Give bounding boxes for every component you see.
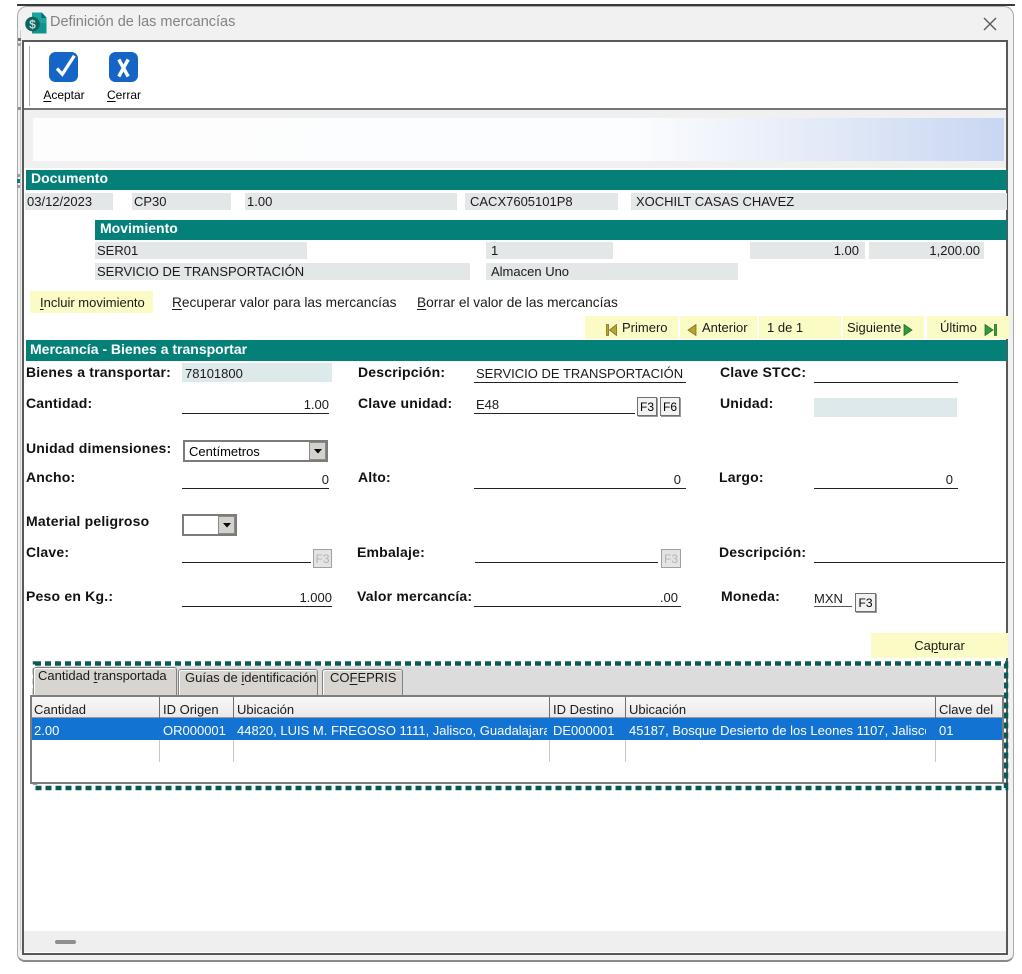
svg-text:$: $ bbox=[29, 17, 36, 31]
